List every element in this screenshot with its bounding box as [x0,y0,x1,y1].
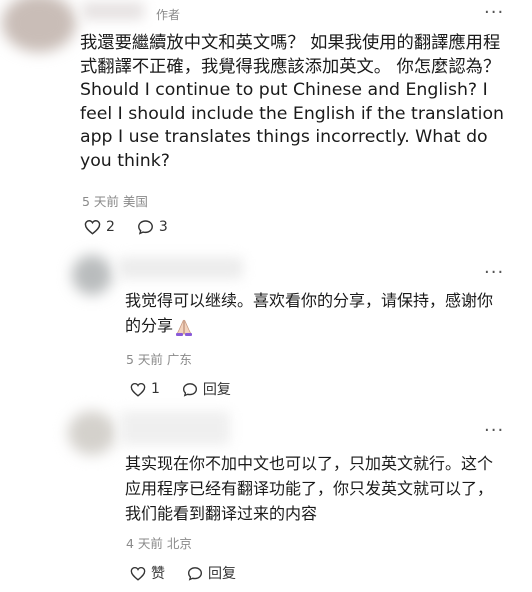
timestamp: 5 天前 [126,352,163,367]
author-badge: 作者 [156,8,181,22]
comment-meta: 5 天前 广东 [126,349,192,368]
like-count: 2 [106,219,115,235]
speech-bubble-icon [137,220,153,235]
comment-actions: 1 回复 [130,379,253,399]
comment-actions: 赞 回复 [130,563,258,583]
praying-hands-emoji [176,319,193,336]
username[interactable] [120,411,230,445]
username[interactable] [118,257,243,279]
comment-2: ··· 我觉得可以继续。喜欢看你的分享，请保持，感谢你的分享 5 天前 广东 1… [0,245,532,405]
timestamp: 5 天前 [82,194,119,209]
reply-button[interactable]: 回复 [187,563,236,583]
location: 美国 [122,194,148,209]
like-count: 1 [151,381,160,397]
more-dots-icon[interactable]: ··· [484,264,504,282]
location: 广东 [166,352,192,367]
avatar[interactable] [2,0,76,52]
heart-icon [130,382,146,397]
comment-3: ··· 其实现在你不加中文也可以了，只加英文就行。这个应用程序已经有翻译功能了，… [0,405,532,592]
like-button[interactable]: 赞 [130,563,165,583]
reply-button[interactable]: 回复 [182,379,231,399]
avatar[interactable] [72,255,112,295]
speech-bubble-icon [187,566,203,581]
comment-actions: 2 3 [84,219,190,235]
comment-text: 其实现在你不加中文也可以了，只加英文就行。这个应用程序已经有翻译功能了，你只发英… [125,454,494,523]
speech-bubble-icon [182,382,197,397]
like-button[interactable]: 2 [84,219,115,235]
timestamp: 4 天前 [126,536,163,551]
comment-meta: 4 天前 北京 [126,533,192,552]
comment-1: 作者 ··· 我還要繼續放中文和英文嗎？ 如果我使用的翻譯應用程式翻譯不正確，我… [0,0,532,245]
reply-count: 3 [158,219,168,235]
heart-icon [130,566,146,581]
like-button[interactable]: 1 [130,381,160,397]
reply-label: 回复 [208,566,236,582]
username[interactable] [82,2,144,20]
more-dots-icon[interactable]: ··· [484,422,504,440]
reply-label: 回复 [202,382,231,398]
like-label: 赞 [151,566,165,582]
heart-icon [84,220,101,235]
comment-text: 我觉得可以继续。喜欢看你的分享，请保持，感谢你的分享 [125,288,505,338]
reply-button[interactable]: 3 [137,219,168,235]
more-dots-icon[interactable]: ··· [484,4,504,22]
comment-text: 我還要繼續放中文和英文嗎？ 如果我使用的翻譯應用程式翻譯不正確，我覺得我應該添加… [80,33,504,171]
avatar[interactable] [68,411,116,455]
comment-meta: 5 天前 美国 [82,191,148,210]
location: 北京 [166,536,192,551]
